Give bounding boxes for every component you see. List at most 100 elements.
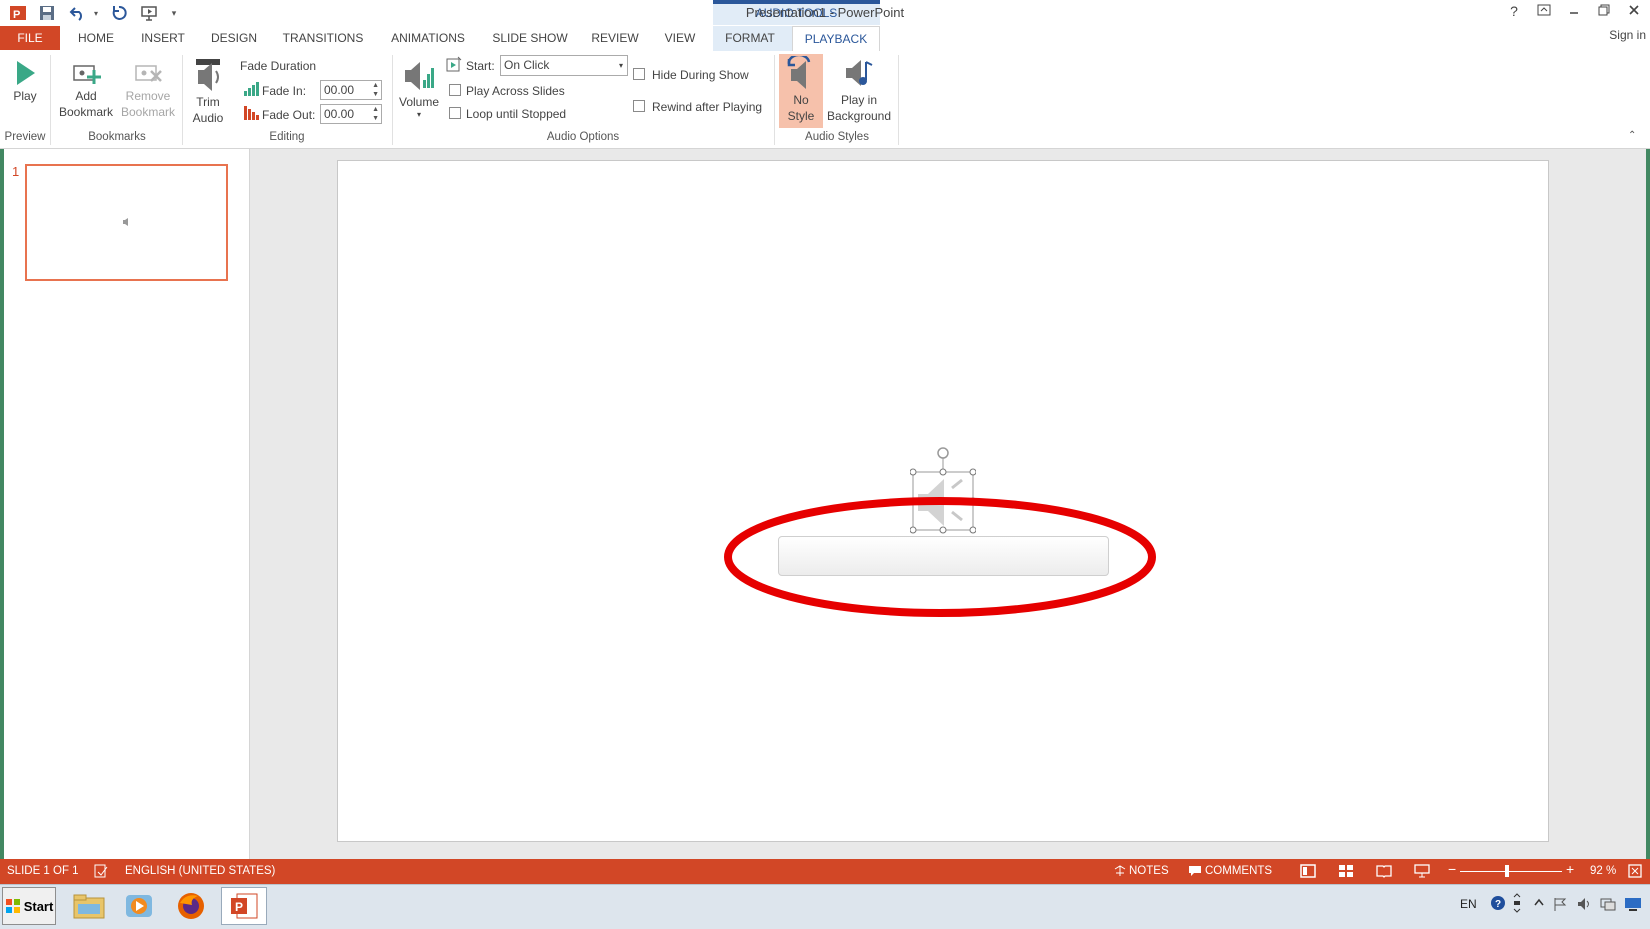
save-icon[interactable] <box>37 3 57 23</box>
show-hidden-icons-icon[interactable] <box>1534 897 1544 912</box>
tab-insert[interactable]: INSERT <box>132 26 194 50</box>
file-explorer-taskbar-icon[interactable] <box>66 887 112 925</box>
fade-out-label: Fade Out: <box>262 108 316 122</box>
language-indicator[interactable]: EN <box>1460 897 1477 911</box>
zoom-in-icon[interactable]: + <box>1566 861 1574 877</box>
spell-check-icon[interactable] <box>94 864 108 881</box>
help-button[interactable]: ? <box>1502 3 1526 23</box>
close-icon[interactable] <box>1622 3 1646 23</box>
tab-slide-show[interactable]: SLIDE SHOW <box>486 26 574 50</box>
customize-qat-icon[interactable]: ▾ <box>164 3 184 23</box>
add-bookmark-label-1: Add <box>75 89 97 103</box>
language-options-icon[interactable] <box>1512 893 1522 916</box>
restore-icon[interactable] <box>1592 3 1616 23</box>
remove-bookmark-button[interactable]: Remove Bookmark <box>118 58 178 120</box>
no-style-button[interactable]: No Style <box>779 56 823 124</box>
fade-in-spinner[interactable]: 00.00 ▲ ▼ <box>320 80 382 100</box>
tab-review[interactable]: REVIEW <box>584 26 646 50</box>
minimize-icon[interactable] <box>1562 3 1586 23</box>
sign-in-link[interactable]: Sign in <box>1609 28 1646 42</box>
fade-in-value: 00.00 <box>324 83 355 97</box>
zoom-level[interactable]: 92 % <box>1590 865 1616 877</box>
rewind-after-playing-label: Rewind after Playing <box>652 100 763 114</box>
loop-until-stopped-checkbox[interactable] <box>449 107 461 119</box>
powerpoint-taskbar-icon[interactable]: P <box>221 887 267 925</box>
hide-during-show-checkbox[interactable] <box>633 68 645 80</box>
notes-button[interactable]: NOTES <box>1129 865 1169 877</box>
powerpoint-logo-icon[interactable]: P <box>8 3 28 23</box>
start-button[interactable]: Start <box>2 887 56 925</box>
play-button[interactable]: Play <box>6 58 44 104</box>
slide-thumbnail-number: 1 <box>12 164 20 179</box>
normal-view-icon[interactable] <box>1300 864 1316 881</box>
svg-text:P: P <box>235 900 243 914</box>
separator <box>182 55 183 145</box>
zoom-slider-thumb[interactable] <box>1505 865 1509 877</box>
loop-until-stopped-label: Loop until Stopped <box>466 107 567 121</box>
show-desktop-icon[interactable] <box>1624 896 1642 915</box>
fade-out-spinner[interactable]: 00.00 ▲ ▼ <box>320 104 382 124</box>
tab-format[interactable]: FORMAT <box>716 26 784 50</box>
comments-button[interactable]: COMMENTS <box>1205 865 1272 877</box>
slide-count-status[interactable]: SLIDE 1 OF 1 <box>7 865 79 877</box>
add-bookmark-icon <box>73 65 101 84</box>
tab-playback[interactable]: PLAYBACK <box>792 26 880 52</box>
window-border-right <box>1646 149 1650 859</box>
collapse-ribbon-icon[interactable]: ⌃ <box>1628 130 1636 141</box>
network-tray-icon[interactable] <box>1600 896 1616 915</box>
remove-bookmark-label-2: Bookmark <box>120 105 176 119</box>
tab-home[interactable]: HOME <box>68 26 124 50</box>
slide-thumbnail[interactable] <box>25 164 228 281</box>
tab-transitions[interactable]: TRANSITIONS <box>276 26 370 50</box>
play-across-slides-checkbox[interactable] <box>449 84 461 96</box>
tab-design[interactable]: DESIGN <box>204 26 264 50</box>
trim-audio-icon <box>196 59 220 91</box>
zoom-slider-track[interactable] <box>1460 871 1562 872</box>
audio-options-group-label: Audio Options <box>546 131 620 143</box>
remove-bookmark-icon <box>135 65 162 82</box>
svg-text:?: ? <box>1495 899 1501 910</box>
fit-slide-icon[interactable] <box>1628 864 1642 881</box>
fade-in-icon <box>243 82 259 99</box>
preview-group-label: Preview <box>4 131 46 143</box>
volume-dropdown-icon: ▾ <box>416 110 421 119</box>
highlight-ellipse-annotation <box>724 497 1156 617</box>
help-tray-icon[interactable]: ? <box>1490 895 1506 914</box>
start-dropdown[interactable]: On Click ▾ <box>500 55 628 76</box>
add-bookmark-button[interactable]: Add Bookmark <box>56 58 116 120</box>
reading-view-icon[interactable] <box>1376 864 1392 881</box>
hide-during-show-label: Hide During Show <box>652 68 749 82</box>
trim-audio-label-1: Trim <box>196 95 220 109</box>
volume-tray-icon[interactable] <box>1576 896 1592 915</box>
ribbon-display-options-icon[interactable] <box>1532 3 1556 23</box>
audio-styles-group-label: Audio Styles <box>805 131 869 143</box>
undo-dropdown-icon[interactable]: ▾ <box>86 3 106 23</box>
volume-button[interactable]: Volume ▾ <box>396 58 442 120</box>
trim-audio-button[interactable]: Trim Audio <box>186 58 230 126</box>
action-center-flag-icon[interactable] <box>1552 896 1568 915</box>
no-style-icon <box>787 56 811 89</box>
media-player-taskbar-icon[interactable] <box>116 887 162 925</box>
play-in-background-button[interactable]: Play in Background <box>824 56 894 124</box>
slide-show-view-icon[interactable] <box>1414 864 1430 881</box>
no-style-label-2: Style <box>787 109 815 123</box>
tab-view[interactable]: VIEW <box>656 26 704 50</box>
start-icon <box>446 56 462 75</box>
chevron-down-icon[interactable]: ▾ <box>619 56 623 75</box>
slide-sorter-icon[interactable] <box>1338 864 1354 881</box>
tab-animations[interactable]: ANIMATIONS <box>382 26 474 50</box>
spinner-arrows-icon[interactable]: ▲ ▼ <box>372 81 379 99</box>
start-from-beginning-icon[interactable] <box>140 3 160 23</box>
redo-icon[interactable] <box>109 3 129 23</box>
rewind-after-playing-checkbox[interactable] <box>633 100 645 112</box>
language-status[interactable]: ENGLISH (UNITED STATES) <box>125 865 275 877</box>
zoom-out-icon[interactable]: − <box>1448 861 1456 877</box>
spinner-arrows-icon[interactable]: ▲ ▼ <box>372 105 379 123</box>
tab-file[interactable]: FILE <box>0 26 60 50</box>
volume-label: Volume <box>398 95 440 109</box>
undo-icon[interactable] <box>68 3 88 23</box>
comments-icon <box>1188 865 1202 880</box>
play-label: Play <box>13 89 37 103</box>
start-label: Start <box>23 898 54 914</box>
firefox-taskbar-icon[interactable] <box>168 887 214 925</box>
